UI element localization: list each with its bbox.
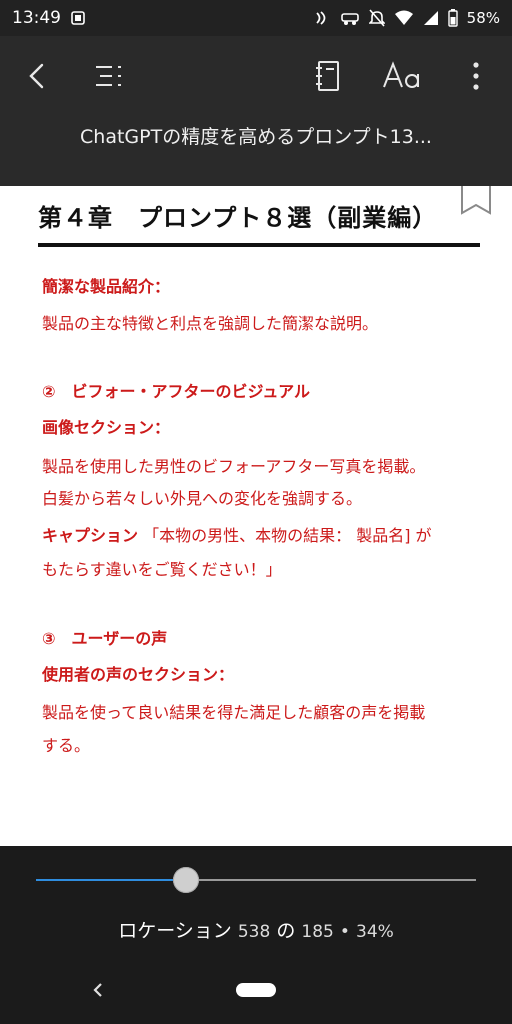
location-readout: ロケーション 538 の 185 • 34% <box>0 916 512 943</box>
text-line: 使用者の声のセクション： <box>42 665 235 684</box>
text-line: 製品の主な特徴と利点を強調した簡潔な説明。 <box>42 314 379 333</box>
location-of: の <box>276 920 296 942</box>
reader-toolbar: ChatGPTの精度を高めるプロンプト13... <box>0 36 512 186</box>
reading-page[interactable]: 第４章 プロンプト８選（副業編） 簡潔な製品紹介： 製品の主な特徴と利点を強調し… <box>0 186 512 846</box>
more-vertical-icon <box>473 62 479 90</box>
text-line: ③ ユーザーの声 <box>42 629 168 648</box>
caption-label: キャプション <box>42 526 139 545</box>
more-options-button[interactable] <box>458 54 494 98</box>
mute-icon <box>368 9 385 27</box>
notes-button[interactable] <box>306 54 350 98</box>
location-label: ロケーション <box>118 920 232 942</box>
text-size-icon <box>383 61 419 88</box>
table-of-contents-button[interactable] <box>88 54 132 98</box>
progress-fill <box>36 879 186 881</box>
text-line: ② ビフォー・アフターのビジュアル <box>42 382 310 401</box>
text-line: 簡潔な製品紹介： <box>42 277 171 296</box>
location-separator: • <box>339 922 350 942</box>
progress-slider-thumb[interactable] <box>172 867 199 893</box>
notification-icon <box>71 11 85 25</box>
nfc-icon <box>313 9 331 27</box>
location-current: 538 <box>237 922 271 942</box>
font-settings-button[interactable] <box>378 54 426 98</box>
system-home-button[interactable] <box>236 983 276 997</box>
back-button[interactable] <box>16 54 56 98</box>
chevron-left-icon <box>29 63 44 89</box>
bookmark-button[interactable] <box>459 186 493 220</box>
chapter-heading: 第４章 プロンプト８選（副業編） <box>38 203 438 232</box>
location-total: 185 <box>301 922 334 942</box>
location-percent: 34% <box>356 922 394 942</box>
chevron-left-icon <box>93 983 102 997</box>
caption-line: キャプション 「本物の男性、本物の結果： 製品名] が <box>42 526 482 546</box>
text-line: 製品を使用した男性のビフォーアフター写真を掲載。 <box>42 457 426 476</box>
signal-icon <box>423 10 439 26</box>
book-title: ChatGPTの精度を高めるプロンプト13... <box>80 126 432 148</box>
status-time: 13:49 <box>12 8 61 28</box>
battery-icon <box>447 9 458 27</box>
status-bar: 13:49 58% <box>0 0 512 36</box>
text-line: する。 <box>42 736 91 755</box>
progress-panel: ロケーション 538 の 185 • 34% <box>0 846 512 1024</box>
caption-text: 「本物の男性、本物の結果： 製品名] が <box>143 526 432 545</box>
text-line: 白髪から若々しい外見への変化を強調する。 <box>42 489 363 508</box>
heading-underline <box>38 243 480 247</box>
drive-mode-icon <box>340 10 360 26</box>
text-line: もたらす違いをご覧ください！」 <box>42 560 282 579</box>
wifi-icon <box>394 10 414 26</box>
text-line: 製品を使って良い結果を得た満足した顧客の声を掲載 <box>42 703 426 722</box>
toc-icon <box>96 66 121 86</box>
bookmark-icon <box>461 186 491 215</box>
text-line: 画像セクション： <box>42 418 171 437</box>
notebook-icon <box>316 61 339 91</box>
battery-percent: 58% <box>466 9 500 27</box>
system-back-button[interactable] <box>86 978 110 1002</box>
